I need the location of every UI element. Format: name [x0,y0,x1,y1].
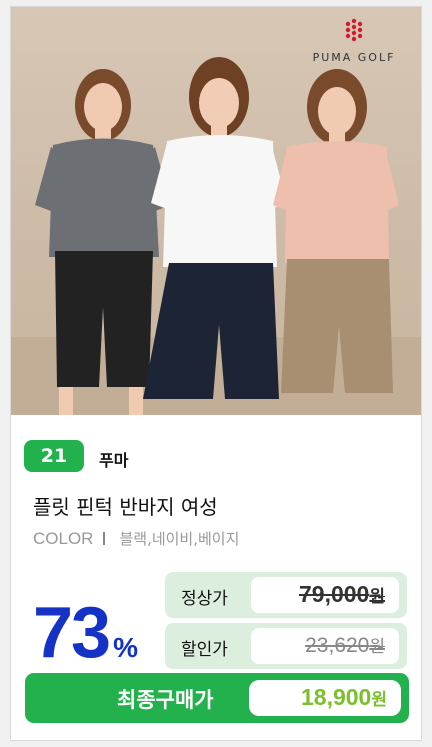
product-title[interactable]: 플릿 핀턱 반바지 여성 [33,491,218,520]
discount-rate: 73% [33,592,138,674]
final-price-bar[interactable]: 최종구매가 18,900원 [25,673,409,723]
model-pink-beige [273,69,399,393]
sale-price-box: 할인가 23,620원 [165,623,407,669]
product-photo[interactable]: PUMA GOLF [11,7,421,415]
regular-price-value-box: 79,000원 [251,577,399,613]
regular-price-currency: 원 [369,587,385,606]
regular-price-label: 정상가 [181,589,228,609]
puma-golf-hexagon-icon [345,18,363,42]
divider [103,532,106,545]
brand-name[interactable]: 푸마 [99,447,128,471]
sale-price-value: 23,620원 [305,632,385,658]
color-values: 블랙,네이비,베이지 [119,530,240,548]
final-price-label: 최종구매가 [117,688,214,712]
models-illustration [11,57,421,415]
sale-price-label: 할인가 [181,640,228,660]
regular-price-number: 79,000 [299,581,370,607]
final-price-currency: 원 [371,690,387,709]
brand-logo-text: PUMA GOLF [312,51,396,64]
color-options: COLOR 블랙,네이비,베이지 [33,528,239,549]
puma-golf-logo: PUMA GOLF [299,17,409,64]
final-price-number: 18,900 [301,684,372,710]
product-card[interactable]: PUMA GOLF 21 푸마 플릿 핀턱 반바지 여성 COLOR 블랙,네이비… [10,6,422,741]
regular-price-value: 79,000원 [299,581,385,608]
sale-price-value-box: 23,620원 [251,628,399,664]
discount-value: 73 [33,593,111,673]
discount-unit: % [113,632,138,663]
final-price-value: 18,900원 [301,684,387,711]
sale-price-number: 23,620 [305,634,370,657]
model-white-navy [143,57,287,399]
sale-price-currency: 원 [369,637,385,656]
rank-badge: 21 [24,440,84,472]
final-price-value-box: 18,900원 [249,680,401,716]
color-label: COLOR [33,529,94,548]
regular-price-box: 정상가 79,000원 [165,572,407,618]
